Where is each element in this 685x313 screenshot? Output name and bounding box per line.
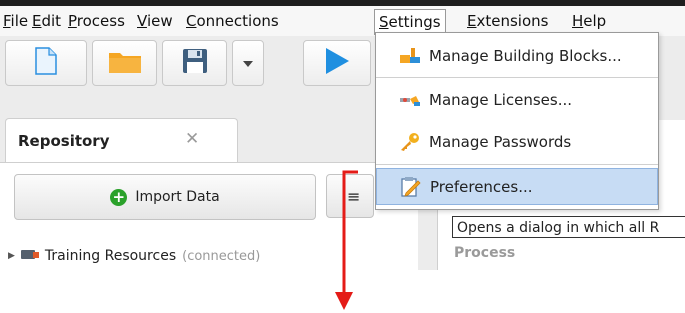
- tree-item-training-resources[interactable]: ▶ Training Resources (connected): [8, 245, 260, 267]
- menu-connections[interactable]: Connections: [186, 12, 279, 30]
- play-icon: [324, 47, 350, 79]
- connection-status: (connected): [182, 248, 261, 264]
- preferences-icon: [400, 176, 422, 197]
- menu-separator: [376, 77, 658, 78]
- menu-file[interactable]: File: [3, 12, 28, 30]
- save-button[interactable]: [162, 40, 227, 86]
- new-document-icon: [35, 47, 57, 79]
- settings-dropdown-menu: Manage Building Blocks... Manage License…: [375, 32, 659, 210]
- process-panel-title: Process: [454, 245, 516, 261]
- menu-item-label: Preferences...: [430, 177, 533, 196]
- run-button[interactable]: [303, 40, 371, 86]
- open-button[interactable]: [92, 40, 157, 86]
- repository-connection-icon: [20, 248, 39, 264]
- tooltip: Opens a dialog in which all R: [452, 216, 685, 238]
- key-icon: [399, 132, 421, 152]
- new-process-button[interactable]: [5, 40, 87, 86]
- save-disk-icon: [182, 48, 208, 78]
- folder-icon: [108, 48, 142, 78]
- close-icon[interactable]: ✕: [185, 129, 199, 149]
- menu-process[interactable]: Process: [68, 12, 125, 30]
- menu-item-manage-passwords[interactable]: Manage Passwords: [376, 123, 658, 160]
- menu-edit[interactable]: Edit: [32, 12, 61, 30]
- plus-circle-icon: +: [110, 188, 128, 206]
- menu-item-label: Manage Licenses...: [429, 90, 573, 109]
- repository-title: Repository: [18, 132, 110, 150]
- menu-extensions[interactable]: Extensions: [467, 12, 548, 30]
- menu-separator: [376, 164, 658, 165]
- licenses-icon: [399, 90, 421, 110]
- menu-help[interactable]: Help: [572, 12, 606, 30]
- expand-arrow-icon[interactable]: ▶: [8, 251, 15, 261]
- import-data-button[interactable]: + Import Data: [14, 174, 316, 220]
- menu-item-manage-licenses[interactable]: Manage Licenses...: [376, 81, 658, 118]
- menu-item-label: Manage Passwords: [429, 132, 572, 151]
- annotation-arrow: [335, 170, 358, 310]
- repository-tab[interactable]: Repository ✕: [5, 118, 238, 163]
- tree-item-label: Training Resources: [44, 248, 177, 264]
- menu-view[interactable]: View: [137, 12, 173, 30]
- building-blocks-icon: [399, 46, 421, 66]
- menu-item-manage-building-blocks[interactable]: Manage Building Blocks...: [376, 37, 658, 74]
- menu-item-preferences[interactable]: Preferences...: [376, 168, 658, 205]
- chevron-down-icon: [243, 55, 253, 71]
- save-dropdown-button[interactable]: [232, 40, 264, 86]
- menu-item-label: Manage Building Blocks...: [429, 46, 622, 65]
- import-data-label: Import Data: [135, 189, 220, 205]
